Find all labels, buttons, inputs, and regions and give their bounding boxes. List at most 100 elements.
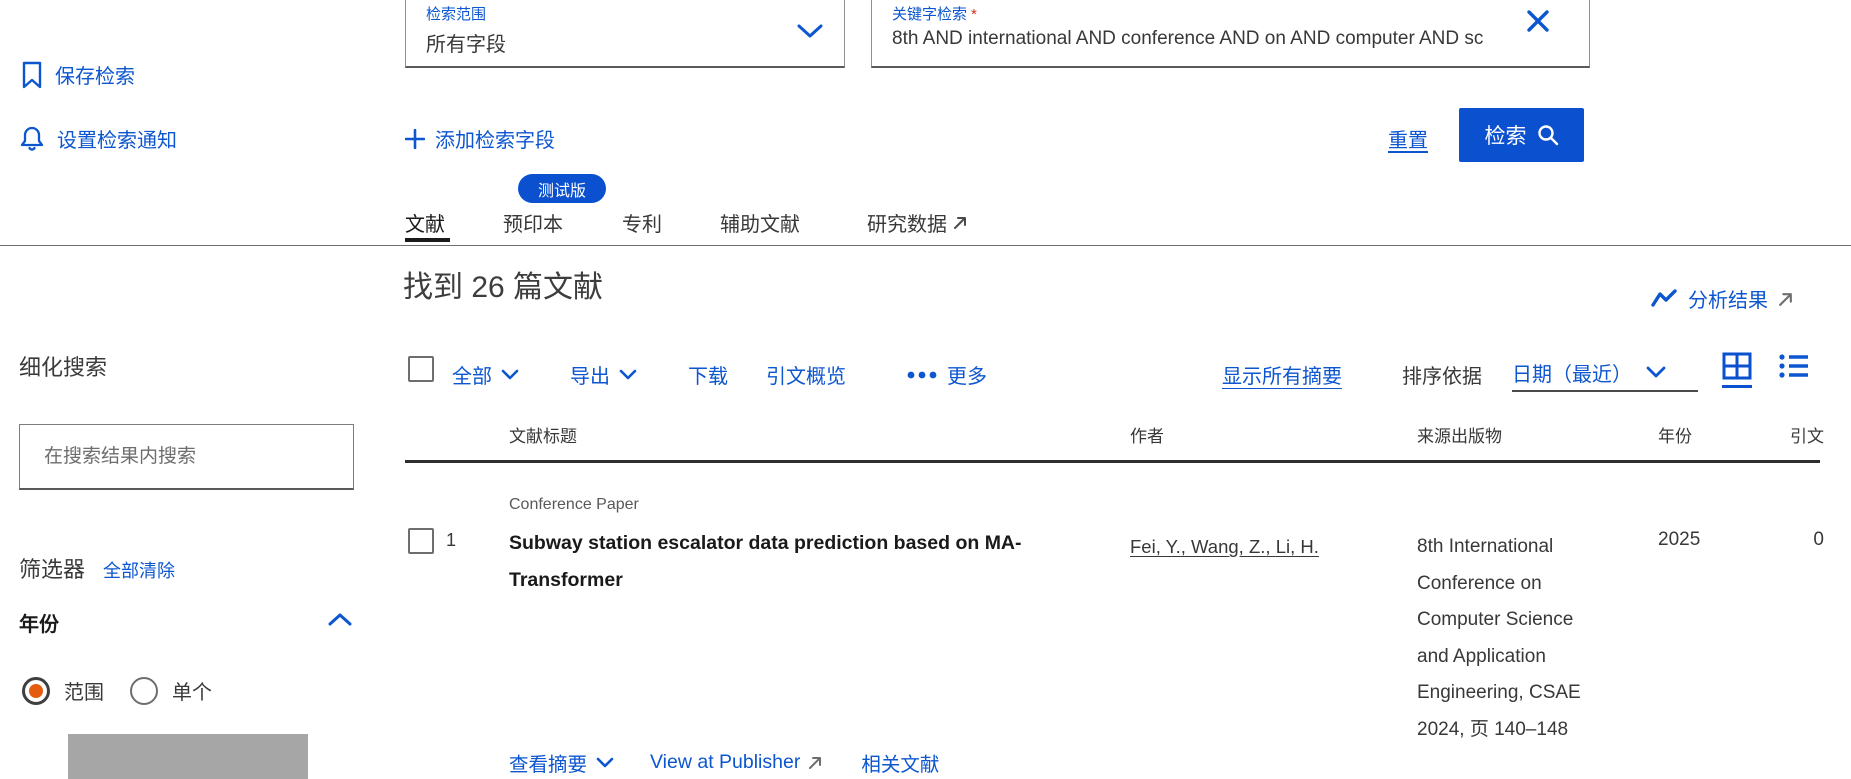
tab-research-data[interactable]: 研究数据 — [867, 208, 968, 237]
source-line: Engineering, CSAE — [1417, 675, 1652, 712]
source-line: 2024, 页 140–148 — [1417, 712, 1652, 749]
beta-badge: 测试版 — [518, 174, 606, 203]
author-link[interactable]: Fei, Y. — [1130, 536, 1191, 557]
authors-cell: Fei, Y.Wang, Z.Li, H. — [1130, 529, 1405, 565]
row-actions: 查看摘要 View at Publisher 相关文献 — [509, 748, 939, 777]
refine-search-input[interactable] — [19, 424, 354, 490]
plus-icon — [405, 129, 425, 149]
row-index: 1 — [446, 530, 456, 551]
tab-research-data-label: 研究数据 — [867, 208, 947, 237]
keyword-search-label-wrap: 关键字检索* — [892, 3, 977, 24]
add-search-field-button[interactable]: 添加检索字段 — [405, 124, 555, 153]
close-icon[interactable] — [1522, 5, 1554, 37]
keyword-search-label: 关键字检索 — [892, 6, 967, 23]
chevron-down-icon — [796, 23, 824, 39]
chevron-down-icon — [619, 369, 637, 380]
row-checkbox[interactable] — [408, 528, 434, 554]
year-cell: 2025 — [1658, 529, 1700, 551]
source-line: 8th International — [1417, 529, 1652, 566]
chevron-down-icon — [596, 757, 614, 768]
list-view-button[interactable] — [1778, 352, 1810, 385]
sort-order-dropdown[interactable]: 日期（最近） — [1512, 354, 1698, 392]
radio-range-label: 范围 — [64, 676, 104, 705]
source-line: Computer Science — [1417, 602, 1652, 639]
filters-title: 筛选器 — [19, 552, 85, 584]
list-view-icon — [1778, 352, 1810, 380]
search-scope-label: 检索范围 — [426, 3, 486, 24]
required-asterisk: * — [971, 6, 977, 23]
sort-by-label: 排序依据 — [1402, 360, 1482, 389]
column-header-authors: 作者 — [1130, 422, 1164, 447]
export-label: 导出 — [570, 360, 610, 389]
reset-button[interactable]: 重置 — [1388, 124, 1428, 153]
radio-range-control[interactable] — [22, 677, 50, 705]
tab-documents[interactable]: 文献 — [405, 208, 445, 237]
search-scope-select[interactable]: 检索范围 所有字段 — [405, 0, 845, 68]
page-divider — [0, 245, 1851, 246]
set-alert-link[interactable]: 设置检索通知 — [20, 124, 177, 153]
document-title-link[interactable]: Subway station escalator data prediction… — [509, 525, 1109, 599]
analyze-results-label: 分析结果 — [1688, 284, 1768, 313]
cited-by-cell[interactable]: 0 — [1740, 529, 1824, 551]
export-dropdown[interactable]: 导出 — [570, 360, 637, 389]
table-header-divider — [405, 460, 1820, 463]
source-cell[interactable]: 8th International Conference on Computer… — [1417, 529, 1652, 748]
keyword-search-value: 8th AND international AND conference AND… — [892, 28, 1560, 50]
filters-header: 筛选器 全部清除 — [19, 552, 175, 584]
year-facet-title: 年份 — [19, 608, 59, 637]
select-all-label: 全部 — [452, 360, 492, 389]
column-header-title: 文献标题 — [509, 422, 577, 447]
author-link[interactable]: Li, H. — [1276, 536, 1319, 557]
active-tab-indicator — [405, 238, 450, 242]
radio-range-dot — [29, 684, 43, 698]
tab-patents[interactable]: 专利 — [622, 208, 662, 237]
results-count: 找到 26 篇文献 — [403, 262, 603, 306]
year-facet-options: 范围 单个 — [22, 676, 212, 705]
external-link-icon — [1778, 291, 1794, 307]
view-abstract-label: 查看摘要 — [509, 748, 587, 777]
sort-order-value: 日期（最近） — [1512, 358, 1632, 387]
keyword-search-field[interactable]: 关键字检索* 8th AND international AND confere… — [871, 0, 1590, 68]
more-label: 更多 — [947, 360, 987, 389]
view-abstract-dropdown[interactable]: 查看摘要 — [509, 748, 614, 777]
external-link-icon — [808, 755, 823, 770]
save-search-link[interactable]: 保存检索 — [22, 60, 135, 89]
save-search-label: 保存检索 — [55, 60, 135, 89]
radio-range[interactable]: 范围 — [22, 676, 104, 705]
line-chart-icon — [1650, 287, 1678, 311]
bookmark-icon — [22, 61, 42, 89]
column-header-year: 年份 — [1658, 422, 1692, 447]
year-histogram[interactable] — [68, 734, 308, 779]
external-link-icon — [953, 215, 968, 230]
show-all-abstracts-button[interactable]: 显示所有摘要 — [1222, 360, 1342, 389]
grid-view-button[interactable] — [1722, 352, 1752, 388]
view-at-publisher-label: View at Publisher — [650, 751, 800, 774]
search-button[interactable]: 检索 — [1459, 108, 1584, 162]
source-line: Conference on — [1417, 566, 1652, 603]
chevron-up-icon[interactable] — [328, 612, 352, 627]
select-all-checkbox[interactable] — [408, 356, 434, 382]
analyze-results-link[interactable]: 分析结果 — [1650, 284, 1794, 313]
set-alert-label: 设置检索通知 — [57, 124, 177, 153]
tab-secondary-documents[interactable]: 辅助文献 — [720, 208, 800, 237]
add-search-field-label: 添加检索字段 — [435, 124, 555, 153]
citation-overview-button[interactable]: 引文概览 — [766, 360, 846, 389]
column-header-cited: 引文 — [1740, 422, 1824, 447]
document-type: Conference Paper — [509, 496, 639, 514]
tab-preprints[interactable]: 预印本 — [503, 208, 563, 237]
clear-all-filters-button[interactable]: 全部清除 — [103, 557, 175, 583]
search-icon — [1537, 124, 1559, 146]
related-documents-link[interactable]: 相关文献 — [861, 748, 939, 777]
chevron-down-icon — [501, 369, 519, 380]
radio-single[interactable]: 单个 — [130, 676, 212, 705]
grid-view-icon — [1722, 352, 1752, 380]
more-dropdown[interactable]: 更多 — [906, 360, 987, 389]
select-all-dropdown[interactable]: 全部 — [452, 360, 519, 389]
column-header-source: 来源出版物 — [1417, 422, 1502, 447]
bell-icon — [20, 125, 44, 153]
author-link[interactable]: Wang, Z. — [1191, 536, 1276, 557]
radio-single-control[interactable] — [130, 677, 158, 705]
ellipsis-icon — [906, 370, 938, 380]
download-button[interactable]: 下载 — [688, 360, 728, 389]
view-at-publisher-link[interactable]: View at Publisher — [650, 751, 823, 774]
